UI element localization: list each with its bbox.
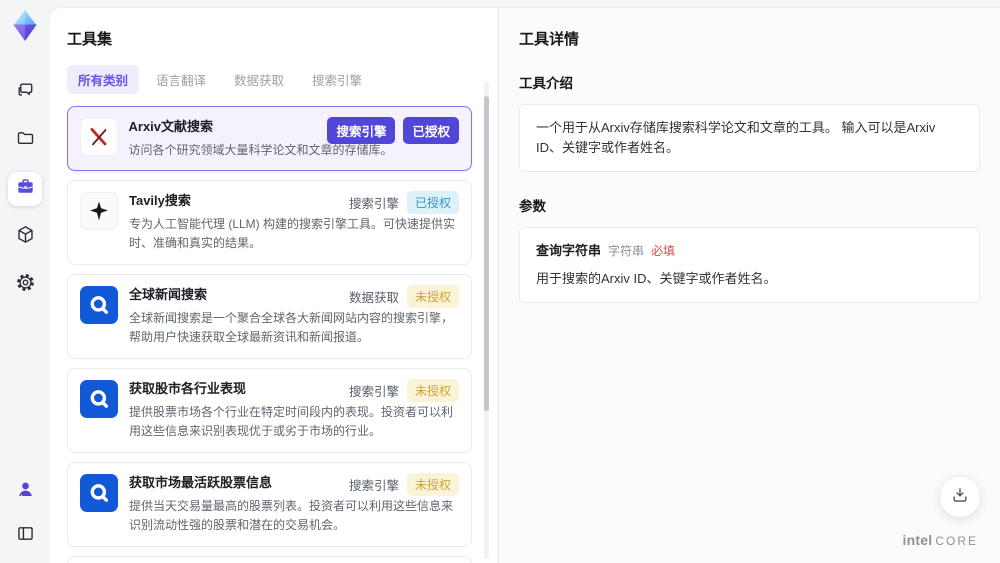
- sidebar-item-collapse[interactable]: [8, 519, 42, 553]
- tool-status-badge: 未授权: [406, 379, 459, 402]
- category-tab[interactable]: 搜索引擎: [301, 65, 373, 94]
- tool-tags: 数据获取 未授权: [349, 285, 459, 308]
- tool-card[interactable]: 获取股市各行业表现 提供股票市场各个行业在特定时间段内的表现。投资者可以利用这些…: [67, 368, 472, 453]
- tool-tags: 搜索引擎 未授权: [349, 473, 459, 496]
- intro-text: 一个用于从Arxiv存储库搜索科学论文和文章的工具。 输入可以是Arxiv ID…: [536, 120, 936, 155]
- intro-heading: 工具介绍: [519, 76, 573, 91]
- tool-description: 全球新闻搜索是一个聚合全球各大新闻网站内容的搜索引擎，帮助用户快速获取全球最新资…: [129, 311, 454, 344]
- tool-description: 专为人工智能代理 (LLM) 构建的搜索引擎工具。可快速提供实时、准确和真实的结…: [129, 217, 456, 250]
- tool-description: 提供当天交易量最高的股票列表。投资者可以利用这些信息来识别流动性强的股票和潜在的…: [129, 499, 454, 532]
- list-scrollbar[interactable]: [484, 82, 489, 559]
- avatar-icon: [15, 479, 36, 505]
- main-shell: 工具集 所有类别 语言翻译 数据获取 搜索引擎 Arxiv文献搜索 访问各个研究…: [50, 8, 1000, 563]
- news-search-icon: [80, 380, 118, 418]
- tool-status-badge: 已授权: [403, 117, 459, 144]
- news-search-icon: [80, 286, 118, 324]
- tool-status-badge: 未授权: [406, 285, 459, 308]
- tool-tags: 搜索引擎 已授权: [349, 191, 459, 214]
- category-tab-label: 语言翻译: [156, 74, 207, 88]
- download-button[interactable]: [940, 477, 980, 517]
- param-description: 用于搜索的Arxiv ID、关键字或作者姓名。: [536, 271, 777, 286]
- panel-collapse-icon: [15, 523, 36, 549]
- category-tab-label: 搜索引擎: [312, 74, 363, 88]
- tool-card[interactable]: 全球新闻搜索 全球新闻搜索是一个聚合全球各大新闻网站内容的搜索引擎，帮助用户快速…: [67, 274, 472, 359]
- briefcase-icon: [15, 176, 36, 202]
- tool-card[interactable]: 获取市场最活跃股票信息 提供当天交易量最高的股票列表。投资者可以利用这些信息来识…: [67, 462, 472, 547]
- news-search-icon: [80, 474, 118, 512]
- category-tabs: 所有类别 语言翻译 数据获取 搜索引擎: [67, 65, 498, 94]
- scrollbar-thumb[interactable]: [484, 96, 489, 411]
- tool-category-tag: 搜索引擎: [348, 197, 399, 211]
- param-head: 查询字符串 字符串 必填: [536, 241, 963, 261]
- tool-category-tag: 搜索引擎: [327, 117, 396, 144]
- gear-icon: [15, 272, 36, 298]
- rail-bottom: [8, 475, 42, 553]
- tool-tags: 搜索引擎 已授权: [327, 117, 459, 144]
- category-tab[interactable]: 所有类别: [67, 65, 140, 94]
- toolset-panel: 工具集 所有类别 语言翻译 数据获取 搜索引擎 Arxiv文献搜索 访问各个研究…: [50, 8, 499, 563]
- download-icon: [950, 485, 970, 510]
- tool-category-tag: 搜索引擎: [348, 385, 399, 399]
- sidebar-item-chat[interactable]: [8, 76, 42, 110]
- tavily-star-icon: [80, 192, 118, 230]
- arxiv-logo-icon: [79, 117, 118, 156]
- category-tab-label: 数据获取: [234, 74, 285, 88]
- tool-category-tag: 数据获取: [348, 291, 399, 305]
- tool-detail-panel: 工具详情 工具介绍 一个用于从Arxiv存储库搜索科学论文和文章的工具。 输入可…: [499, 8, 1000, 563]
- chat-icon: [15, 80, 36, 106]
- tool-description: 提供股票市场各个行业在特定时间段内的表现。投资者可以利用这些信息来识别表现优于或…: [129, 405, 454, 438]
- tool-list: Arxiv文献搜索 访问各个研究领域大量科学论文和文章的存储库。 搜索引擎 已授…: [67, 106, 498, 563]
- sidebar-item-models[interactable]: [8, 220, 42, 254]
- category-tab[interactable]: 语言翻译: [145, 65, 217, 94]
- tool-status-badge: 未授权: [406, 473, 459, 496]
- brand-core-text: CORE: [935, 534, 978, 548]
- folder-icon: [15, 128, 36, 154]
- cube-icon: [15, 224, 36, 250]
- detail-title: 工具详情: [519, 31, 580, 48]
- param-required-badge: 必填: [651, 244, 676, 258]
- intro-box: 一个用于从Arxiv存储库搜索科学论文和文章的工具。 输入可以是Arxiv ID…: [519, 104, 980, 172]
- tool-card[interactable]: 万维地区新闻查询 查询具体行政区划内的新闻，快速了解各地新闻动 搜索引擎 未授权: [67, 556, 472, 563]
- category-tab[interactable]: 数据获取: [223, 65, 295, 94]
- icon-rail: [0, 0, 50, 563]
- category-tab-label: 所有类别: [78, 74, 129, 88]
- tool-card[interactable]: Tavily搜索 专为人工智能代理 (LLM) 构建的搜索引擎工具。可快速提供实…: [67, 180, 472, 265]
- brand-intel-text: intel: [902, 532, 933, 548]
- param-box: 查询字符串 字符串 必填 用于搜索的Arxiv ID、关键字或作者姓名。: [519, 227, 980, 303]
- sidebar-item-settings[interactable]: [8, 268, 42, 302]
- toolset-title: 工具集: [67, 31, 113, 48]
- intel-core-logo: intel CORE: [903, 532, 978, 548]
- sidebar-item-profile[interactable]: [8, 475, 42, 509]
- param-name: 查询字符串: [536, 243, 602, 258]
- param-type: 字符串: [608, 244, 645, 258]
- rail-nav: [8, 76, 42, 302]
- tool-card[interactable]: Arxiv文献搜索 访问各个研究领域大量科学论文和文章的存储库。 搜索引擎 已授…: [67, 106, 472, 171]
- tool-status-badge: 已授权: [406, 191, 459, 214]
- tool-category-tag: 搜索引擎: [348, 479, 399, 493]
- sidebar-item-files[interactable]: [8, 124, 42, 158]
- app-logo-gem-icon: [8, 8, 42, 42]
- tool-tags: 搜索引擎 未授权: [349, 379, 459, 402]
- params-heading: 参数: [519, 199, 546, 214]
- sidebar-item-tools[interactable]: [8, 172, 42, 206]
